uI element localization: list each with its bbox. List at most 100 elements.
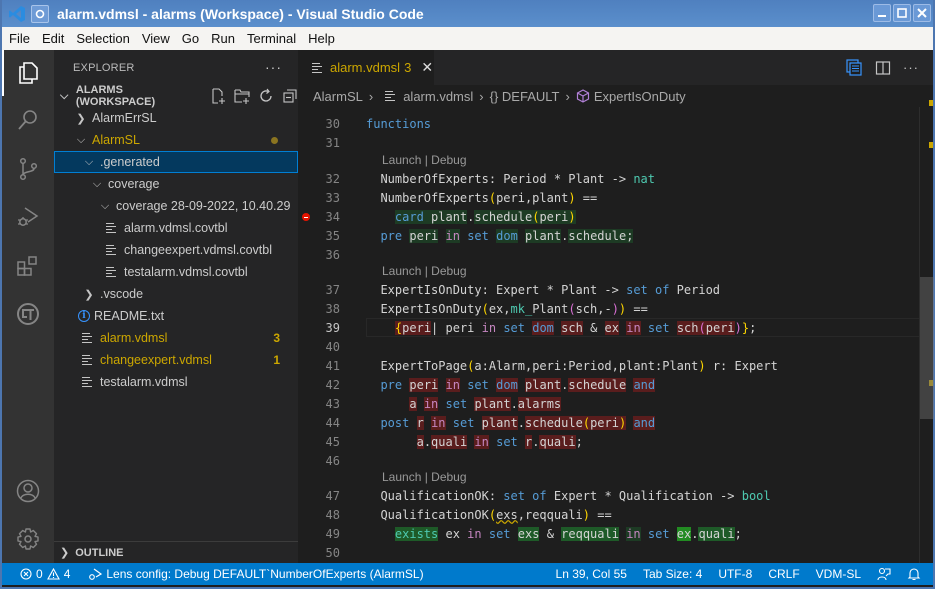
tree-item-testalarm-vdmsl[interactable]: testalarm.vdmsl xyxy=(54,371,298,393)
code-line: 37 ExpertIsOnDuty: Expert * Plant -> set… xyxy=(325,282,721,297)
activity-source-control[interactable] xyxy=(2,146,54,192)
new-file-icon[interactable] xyxy=(210,88,226,104)
menu-run[interactable]: Run xyxy=(206,31,240,46)
breadcrumb-folder[interactable]: AlarmSL xyxy=(313,89,363,104)
explorer-icon xyxy=(19,62,38,84)
collapse-all-icon[interactable] xyxy=(282,88,298,104)
activity-search[interactable] xyxy=(2,97,54,143)
menu-help[interactable]: Help xyxy=(303,31,340,46)
chevron-down-icon: ⌵ xyxy=(92,177,102,190)
close-window-button[interactable] xyxy=(913,4,931,22)
status-bar: 0 4 Lens config: Debug DEFAULT`NumberOfE… xyxy=(2,563,933,585)
file-lines-icon xyxy=(106,223,118,233)
breakpoint-icon[interactable] xyxy=(302,213,310,221)
tree-item-alarmerrsl[interactable]: ❯ AlarmErrSL xyxy=(54,107,298,129)
search-icon xyxy=(18,110,37,130)
encoding[interactable]: UTF-8 xyxy=(718,567,752,581)
code-line: 34 card plant.schedule(peri) xyxy=(298,207,920,226)
activity-combinatorial-testing[interactable] xyxy=(2,291,54,337)
activity-extensions[interactable] xyxy=(2,243,54,289)
chevron-right-icon: ❯ xyxy=(60,547,70,559)
minimize-button[interactable] xyxy=(873,4,891,22)
new-folder-icon[interactable] xyxy=(234,88,250,104)
workspace-header[interactable]: ⌵ ALARMS (WORKSPACE) xyxy=(54,84,298,108)
file-lines-icon xyxy=(82,377,94,387)
menu-selection[interactable]: Selection xyxy=(71,31,134,46)
code-lens-launch-debug[interactable]: Launch | Debug xyxy=(382,261,467,280)
breadcrumb-function[interactable]: ExpertIsOnDuty xyxy=(594,89,686,104)
activity-run-debug[interactable] xyxy=(2,194,54,240)
problem-count-badge: 3 xyxy=(273,331,280,345)
problems-status[interactable]: 0 4 xyxy=(20,567,70,581)
chevron-right-icon: › xyxy=(368,88,374,104)
code-line: 30 functions xyxy=(325,116,432,131)
error-count: 0 xyxy=(36,567,43,581)
info-icon: i xyxy=(78,310,90,322)
outline-section-header[interactable]: ❯ OUTLINE xyxy=(54,541,298,563)
chevron-right-icon: › xyxy=(479,88,484,104)
tree-item-alarmsl[interactable]: ⌵ AlarmSL xyxy=(54,129,298,151)
cursor-position[interactable]: Ln 39, Col 55 xyxy=(556,567,627,581)
close-tab-icon[interactable]: ✕ xyxy=(421,59,433,76)
tree-item-readme[interactable]: i README.txt xyxy=(54,305,298,327)
tree-item-coverage-run[interactable]: ⌵ coverage 28-09-2022, 10.40.29 xyxy=(54,195,298,217)
error-icon xyxy=(20,568,32,580)
breadcrumb-module[interactable]: {} DEFAULT xyxy=(490,89,560,104)
menu-edit[interactable]: Edit xyxy=(37,31,69,46)
vertical-scrollbar[interactable] xyxy=(919,100,934,563)
explorer-sidebar: EXPLORER ··· ⌵ ALARMS (WORKSPACE) ❯ Alar… xyxy=(54,50,298,563)
activity-accounts[interactable] xyxy=(2,468,54,514)
file-tree: ❯ AlarmErrSL ⌵ AlarmSL ⌵ .generated ⌵ co… xyxy=(54,107,298,393)
file-lines-icon xyxy=(312,62,324,73)
refresh-icon[interactable] xyxy=(258,88,274,104)
notifications-bell-icon[interactable] xyxy=(907,567,921,581)
tree-item-alarm-vdmsl[interactable]: alarm.vdmsl 3 xyxy=(54,327,298,349)
activity-explorer[interactable] xyxy=(2,50,54,96)
workspace-name: ALARMS (WORKSPACE) xyxy=(75,84,156,108)
code-lens-launch-debug[interactable]: Launch | Debug xyxy=(382,467,467,486)
explorer-more-actions-button[interactable]: ··· xyxy=(265,59,282,75)
maximize-button[interactable] xyxy=(893,4,911,22)
explorer-title: EXPLORER xyxy=(73,61,135,74)
window-menu-button[interactable] xyxy=(31,4,49,23)
code-line: 40 xyxy=(325,339,340,354)
coverage-toggle-icon[interactable] xyxy=(846,59,863,76)
code-line: 42 pre peri in set dom plant.schedule an… xyxy=(325,377,656,392)
code-line: 45 a.quali in set r.quali; xyxy=(325,434,583,449)
tree-item-alarm-covtbl[interactable]: alarm.vdmsl.covtbl xyxy=(54,217,298,239)
split-editor-icon[interactable] xyxy=(875,60,891,76)
scrollbar-thumb[interactable] xyxy=(920,277,934,419)
extensions-icon xyxy=(17,256,37,276)
more-actions-icon[interactable]: ··· xyxy=(903,60,919,75)
tab-alarm-vdmsl[interactable]: alarm.vdmsl 3 ✕ xyxy=(298,50,434,85)
breadcrumb: AlarmSL › alarm.vdmsl › {} DEFAULT › Exp… xyxy=(298,85,933,107)
function-cube-icon xyxy=(576,89,589,103)
code-line: 35 pre peri in set dom plant.schedule; xyxy=(325,228,634,243)
end-of-line[interactable]: CRLF xyxy=(768,567,799,581)
code-line: 32 NumberOfExperts: Period * Plant -> na… xyxy=(325,171,655,186)
activity-bar xyxy=(2,50,54,563)
breadcrumb-file[interactable]: alarm.vdmsl xyxy=(403,89,473,104)
code-lens-launch-debug[interactable]: Launch | Debug xyxy=(382,150,467,169)
menu-view[interactable]: View xyxy=(137,31,175,46)
code-line-current: 39 {peri| peri in set dom sch & ex in se… xyxy=(298,318,920,337)
code-line: 43 a in set plant.alarms xyxy=(325,396,562,411)
tree-item-changeexpert-vdmsl[interactable]: changeexpert.vdmsl 1 xyxy=(54,349,298,371)
code-line: 38 ExpertIsOnDuty(ex,mk_Plant(sch,-)) == xyxy=(325,301,648,316)
lens-config-status[interactable]: Lens config: Debug DEFAULT`NumberOfExper… xyxy=(88,567,424,581)
menu-terminal[interactable]: Terminal xyxy=(242,31,301,46)
tree-item-changeexpert-covtbl[interactable]: changeexpert.vdmsl.covtbl xyxy=(54,239,298,261)
tab-size[interactable]: Tab Size: 4 xyxy=(643,567,702,581)
code-line: 44 post r in set plant.schedule(peri) an… xyxy=(325,415,656,430)
tree-item-coverage[interactable]: ⌵ coverage xyxy=(54,173,298,195)
tree-item-testalarm-covtbl[interactable]: testalarm.vdmsl.covtbl xyxy=(54,261,298,283)
tree-item-generated[interactable]: ⌵ .generated xyxy=(54,151,298,173)
menu-file[interactable]: File xyxy=(4,31,35,46)
activity-settings[interactable] xyxy=(2,516,54,562)
language-mode[interactable]: VDM-SL xyxy=(816,567,861,581)
menu-go[interactable]: Go xyxy=(177,31,204,46)
tree-item-vscode[interactable]: ❯ .vscode xyxy=(54,283,298,305)
chevron-down-icon: ⌵ xyxy=(100,199,110,212)
code-editor[interactable]: 30 functions 31 Launch | Debug 32 NumberO… xyxy=(298,107,933,563)
feedback-icon[interactable] xyxy=(877,567,891,581)
